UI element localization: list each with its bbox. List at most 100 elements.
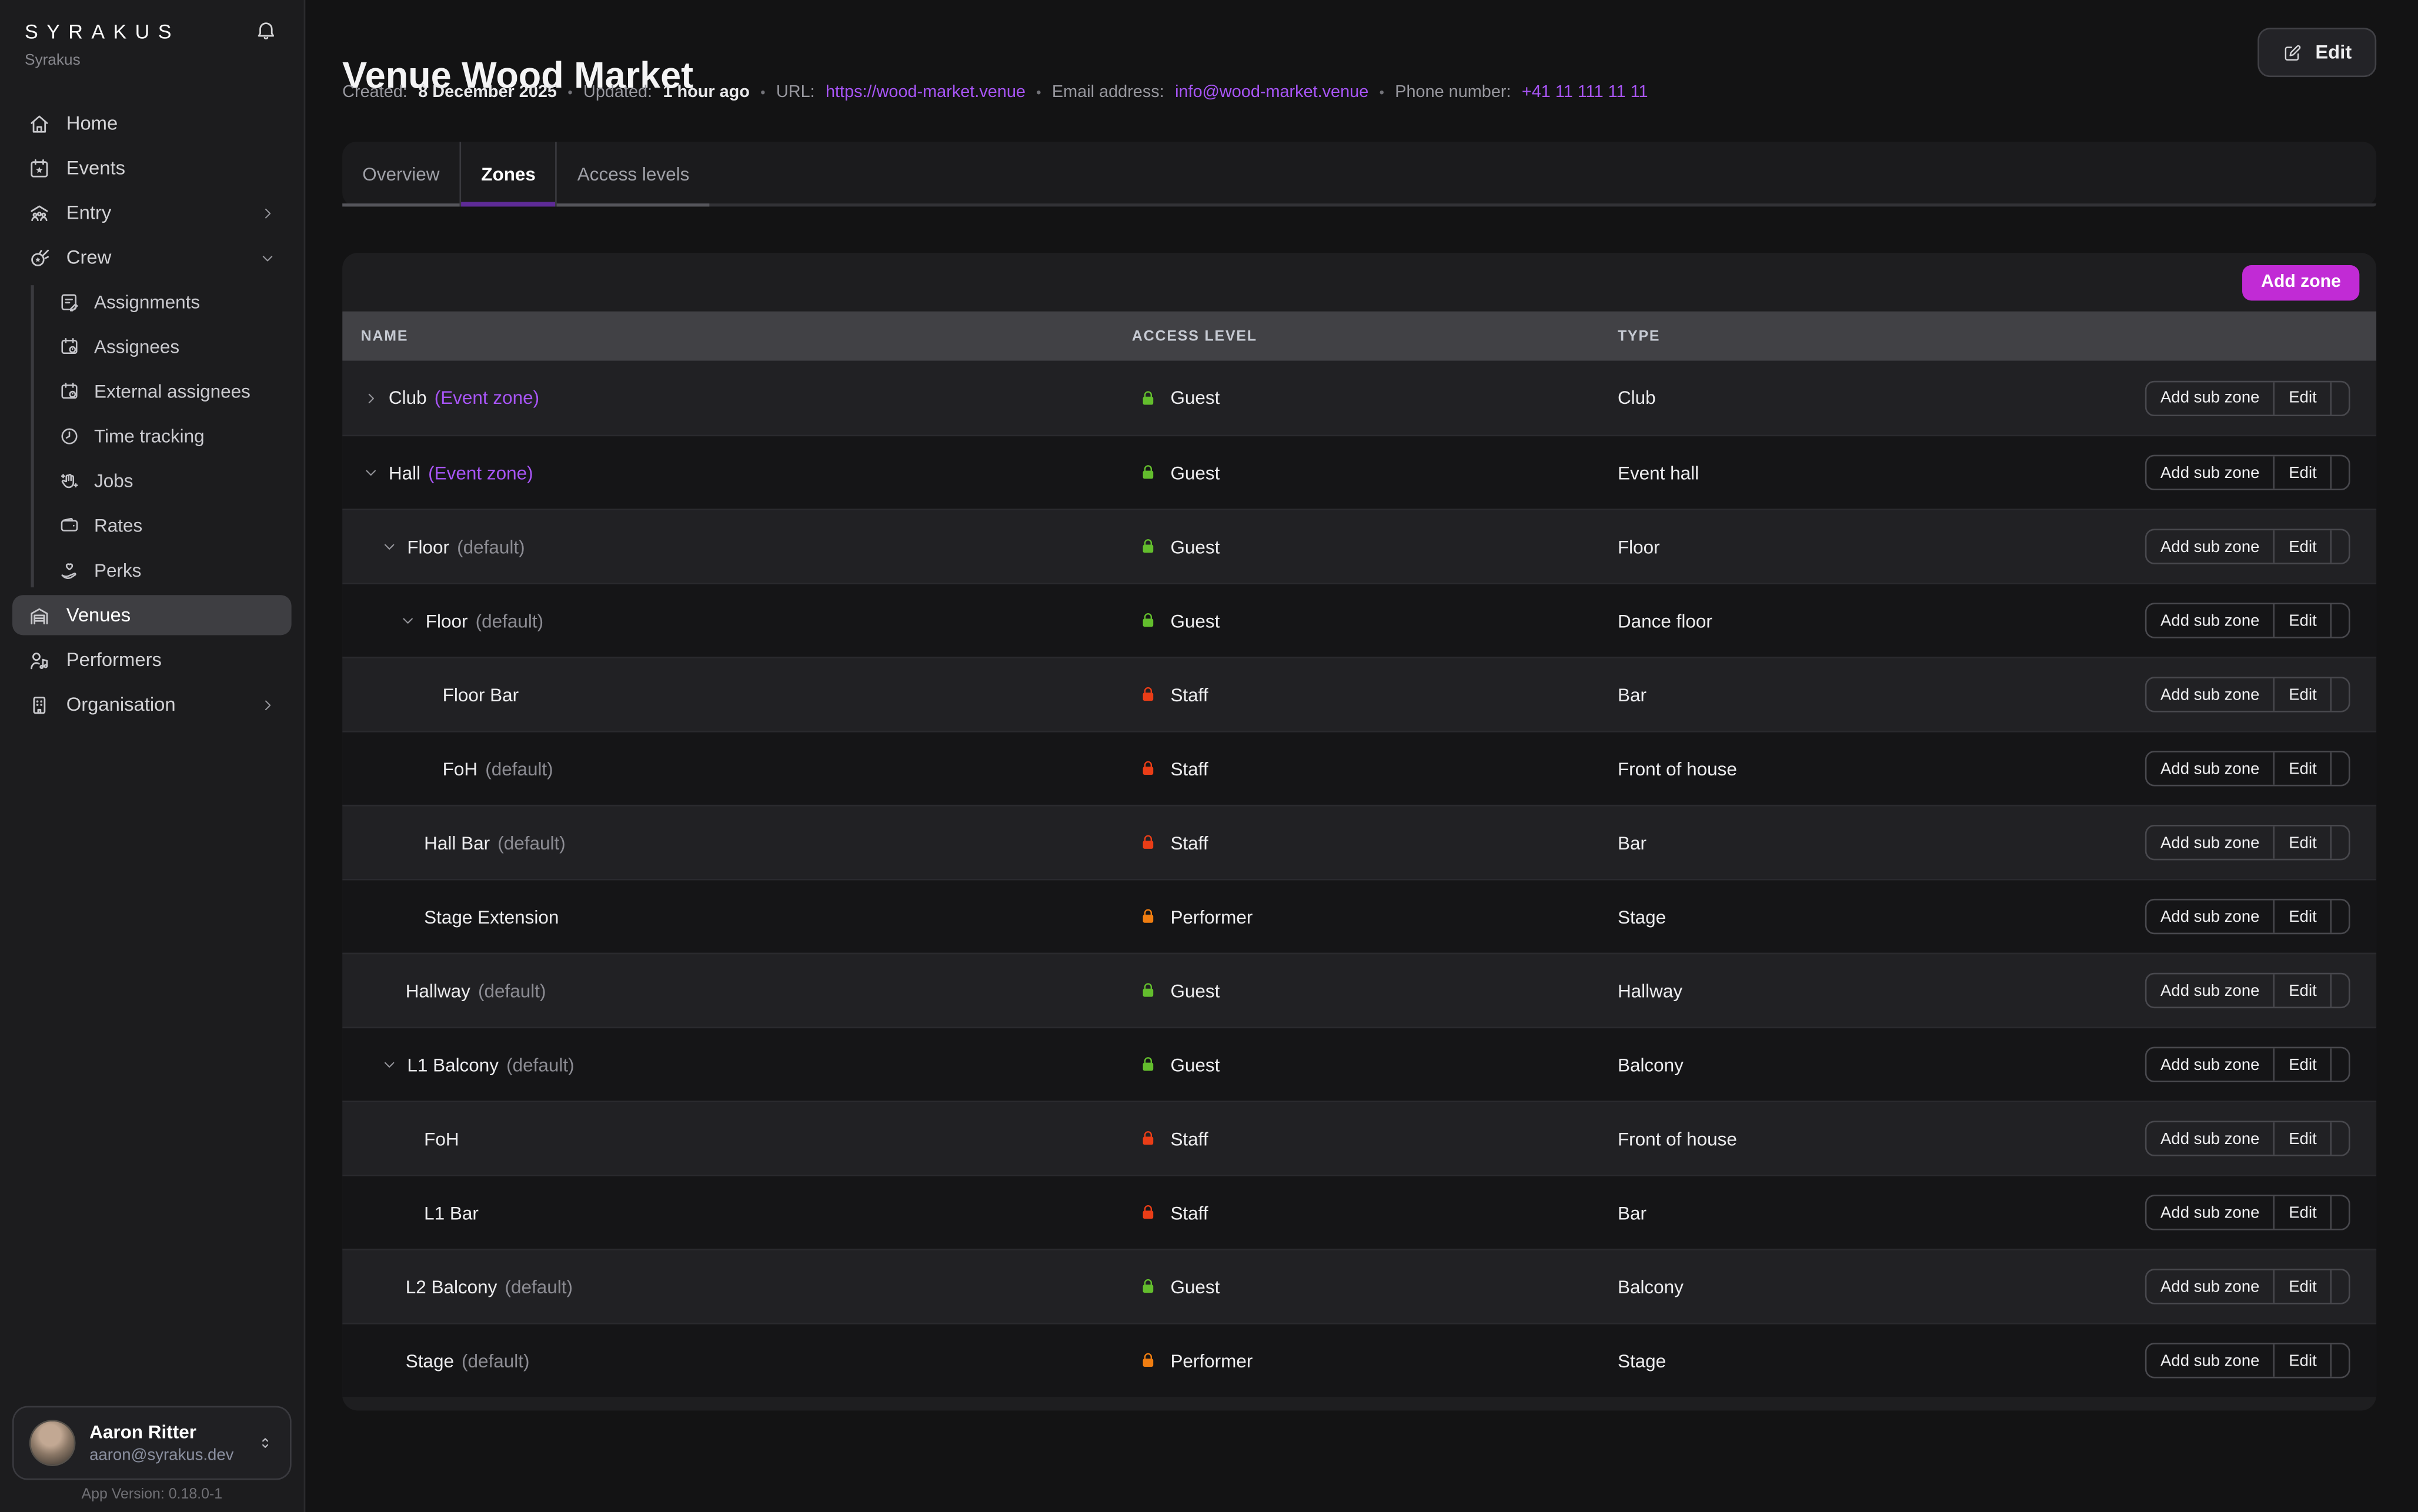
- row-menu-button[interactable]: [2330, 1270, 2350, 1303]
- add-sub-zone-button[interactable]: Add sub zone: [2146, 604, 2273, 637]
- notifications-bell-icon[interactable]: [255, 18, 278, 41]
- edit-zone-button[interactable]: Edit: [2273, 456, 2330, 489]
- edit-zone-button[interactable]: Edit: [2273, 382, 2330, 414]
- venue-meta: Created: 8 December 2025 • Updated: 1 ho…: [342, 83, 1648, 102]
- row-menu-button[interactable]: [2330, 1196, 2350, 1229]
- zone-name-suffix: (default): [476, 610, 543, 631]
- user-menu[interactable]: Aaron Ritter aaron@syrakus.dev: [12, 1406, 292, 1480]
- calendar-user-icon: [59, 381, 81, 403]
- lock-icon: [1138, 981, 1158, 1001]
- add-sub-zone-button[interactable]: Add sub zone: [2146, 1048, 2273, 1081]
- sidebar-item-venues[interactable]: Venues: [12, 595, 292, 635]
- access-level-label: Staff: [1170, 1128, 1208, 1149]
- lock-icon: [1138, 906, 1158, 926]
- add-sub-zone-button[interactable]: Add sub zone: [2146, 974, 2273, 1006]
- row-menu-button[interactable]: [2330, 382, 2350, 414]
- sidebar-item-events[interactable]: Events: [12, 148, 292, 188]
- add-sub-zone-button[interactable]: Add sub zone: [2146, 901, 2273, 933]
- sidebar-item-rates[interactable]: Rates: [46, 506, 292, 546]
- sidebar-item-perks[interactable]: Perks: [46, 550, 292, 590]
- edit-zone-button[interactable]: Edit: [2273, 530, 2330, 563]
- table-row: Hallway(default)GuestHallwayAdd sub zone…: [342, 953, 2376, 1027]
- edit-zone-button[interactable]: Edit: [2273, 827, 2330, 859]
- row-chevron-down-icon[interactable]: [362, 464, 379, 481]
- clipboard-edit-icon: [59, 292, 81, 313]
- row-menu-button[interactable]: [2330, 604, 2350, 637]
- venue-phone-link[interactable]: +41 11 111 11 11: [1522, 83, 1648, 102]
- sidebar-item-label: Home: [66, 112, 118, 134]
- edit-zone-button[interactable]: Edit: [2273, 604, 2330, 637]
- add-sub-zone-button[interactable]: Add sub zone: [2146, 1122, 2273, 1155]
- edit-zone-button[interactable]: Edit: [2273, 901, 2330, 933]
- row-chevron-right-icon[interactable]: [362, 389, 379, 406]
- sidebar-header: SYRAKUS Syrakus: [0, 0, 304, 69]
- sidebar-item-assignments[interactable]: Assignments: [46, 282, 292, 322]
- row-chevron-down-icon[interactable]: [381, 1056, 398, 1073]
- sidebar-item-performers[interactable]: Performers: [12, 640, 292, 680]
- tab-access-levels[interactable]: Access levels: [557, 142, 710, 206]
- zone-name-suffix: (Event zone): [435, 387, 539, 409]
- add-sub-zone-button[interactable]: Add sub zone: [2146, 1196, 2273, 1229]
- access-level-label: Guest: [1170, 610, 1220, 631]
- lock-icon: [1138, 388, 1158, 408]
- entry-icon: [28, 201, 51, 224]
- tab-zones[interactable]: Zones: [460, 142, 557, 206]
- edit-zone-button[interactable]: Edit: [2273, 1122, 2330, 1155]
- edit-zone-button[interactable]: Edit: [2273, 752, 2330, 785]
- edit-zone-button[interactable]: Edit: [2273, 1270, 2330, 1303]
- add-sub-zone-button[interactable]: Add sub zone: [2146, 456, 2273, 489]
- sidebar-item-label: Organisation: [66, 694, 176, 715]
- zone-name-cell: Hallway(default): [342, 980, 1132, 1002]
- app-window: SYRAKUS Syrakus Home Events EntryCrew Assig…: [0, 0, 2418, 1512]
- edit-zone-button[interactable]: Edit: [2273, 1344, 2330, 1377]
- row-menu-button[interactable]: [2330, 530, 2350, 563]
- row-menu-button[interactable]: [2330, 752, 2350, 785]
- edit-zone-button[interactable]: Edit: [2273, 678, 2330, 711]
- row-menu-button[interactable]: [2330, 827, 2350, 859]
- sidebar-item-label: Jobs: [94, 470, 133, 492]
- sidebar-item-time-tracking[interactable]: Time tracking: [46, 416, 292, 456]
- row-chevron-down-icon[interactable]: [399, 612, 416, 629]
- sidebar-item-jobs[interactable]: Jobs: [46, 461, 292, 501]
- sidebar-item-crew[interactable]: Crew: [12, 237, 292, 277]
- sidebar-item-organisation[interactable]: Organisation: [12, 684, 292, 724]
- sidebar: SYRAKUS Syrakus Home Events EntryCrew Assig…: [0, 0, 305, 1512]
- row-actions: Add sub zoneEdit: [2145, 1269, 2376, 1304]
- sidebar-item-entry[interactable]: Entry: [12, 193, 292, 233]
- add-sub-zone-button[interactable]: Add sub zone: [2146, 1344, 2273, 1377]
- sidebar-item-assignees[interactable]: Assignees: [46, 327, 292, 367]
- row-menu-button[interactable]: [2330, 1122, 2350, 1155]
- dots-vertical-icon: [2342, 463, 2350, 483]
- sidebar-item-external-assignees[interactable]: External assignees: [46, 372, 292, 412]
- row-menu-button[interactable]: [2330, 1048, 2350, 1081]
- add-zone-button[interactable]: Add zone: [2243, 265, 2360, 300]
- add-sub-zone-button[interactable]: Add sub zone: [2146, 1270, 2273, 1303]
- row-actions: Add sub zoneEdit: [2145, 380, 2376, 415]
- add-sub-zone-button[interactable]: Add sub zone: [2146, 827, 2273, 859]
- created-value: 8 December 2025: [418, 83, 557, 102]
- add-sub-zone-button[interactable]: Add sub zone: [2146, 678, 2273, 711]
- row-menu-button[interactable]: [2330, 901, 2350, 933]
- row-actions: Add sub zoneEdit: [2145, 751, 2376, 786]
- row-menu-button[interactable]: [2330, 456, 2350, 489]
- row-menu-button[interactable]: [2330, 974, 2350, 1006]
- zone-type: Balcony: [1618, 1053, 2145, 1075]
- add-sub-zone-button[interactable]: Add sub zone: [2146, 530, 2273, 563]
- row-menu-button[interactable]: [2330, 678, 2350, 711]
- sidebar-item-home[interactable]: Home: [12, 103, 292, 143]
- zone-name-cell: Stage Extension: [342, 906, 1132, 928]
- add-sub-zone-button[interactable]: Add sub zone: [2146, 382, 2273, 414]
- row-menu-button[interactable]: [2330, 1344, 2350, 1377]
- row-chevron-down-icon[interactable]: [381, 538, 398, 555]
- add-sub-zone-button[interactable]: Add sub zone: [2146, 752, 2273, 785]
- access-level-label: Performer: [1170, 906, 1253, 928]
- zone-name-cell: Floor(default): [342, 536, 1132, 557]
- edit-venue-button[interactable]: Edit: [2258, 28, 2376, 77]
- avatar: [29, 1420, 76, 1466]
- edit-zone-button[interactable]: Edit: [2273, 1196, 2330, 1229]
- edit-zone-button[interactable]: Edit: [2273, 974, 2330, 1006]
- tab-overview[interactable]: Overview: [342, 142, 459, 206]
- venue-email-link[interactable]: info@wood-market.venue: [1175, 83, 1368, 102]
- edit-zone-button[interactable]: Edit: [2273, 1048, 2330, 1081]
- venue-url-link[interactable]: https://wood-market.venue: [826, 83, 1026, 102]
